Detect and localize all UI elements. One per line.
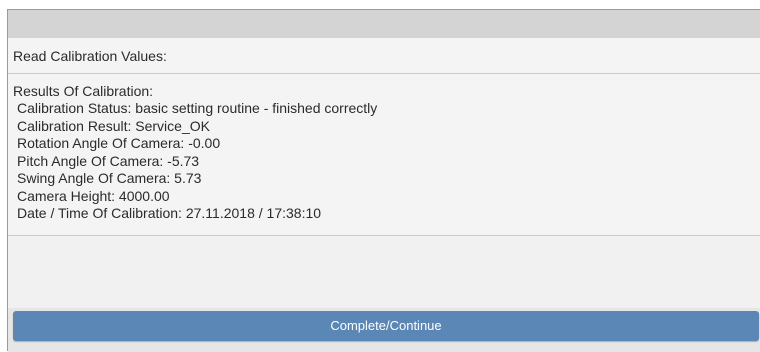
pitch-angle: Pitch Angle Of Camera: -5.73 — [17, 152, 200, 169]
results-box: Results Of Calibration: Calibration Stat… — [8, 74, 760, 236]
results-heading: Results Of Calibration: — [13, 83, 154, 99]
empty-area — [8, 236, 760, 308]
camera-height: Camera Height: 4000.00 — [17, 187, 170, 204]
footer-bar: Complete/Continue — [8, 308, 760, 352]
results-list: Calibration Status: basic setting routin… — [17, 100, 377, 223]
rotation-angle: Rotation Angle Of Camera: -0.00 — [17, 135, 221, 151]
section-header-label: Read Calibration Values: — [13, 48, 167, 64]
title-bar — [8, 10, 760, 38]
app-frame: Read Calibration Values: Results Of Cali… — [0, 0, 760, 352]
swing-angle: Swing Angle Of Camera: 5.73 — [17, 170, 202, 186]
calibration-panel: Read Calibration Values: Results Of Cali… — [7, 9, 760, 352]
calibration-status: Calibration Status: basic setting routin… — [17, 100, 378, 116]
complete-continue-button[interactable]: Complete/Continue — [13, 311, 759, 341]
section-header: Read Calibration Values: — [8, 38, 760, 74]
calibration-datetime: Date / Time Of Calibration: 27.11.2018 /… — [17, 205, 322, 221]
calibration-result: Calibration Result: Service_OK — [17, 117, 210, 134]
